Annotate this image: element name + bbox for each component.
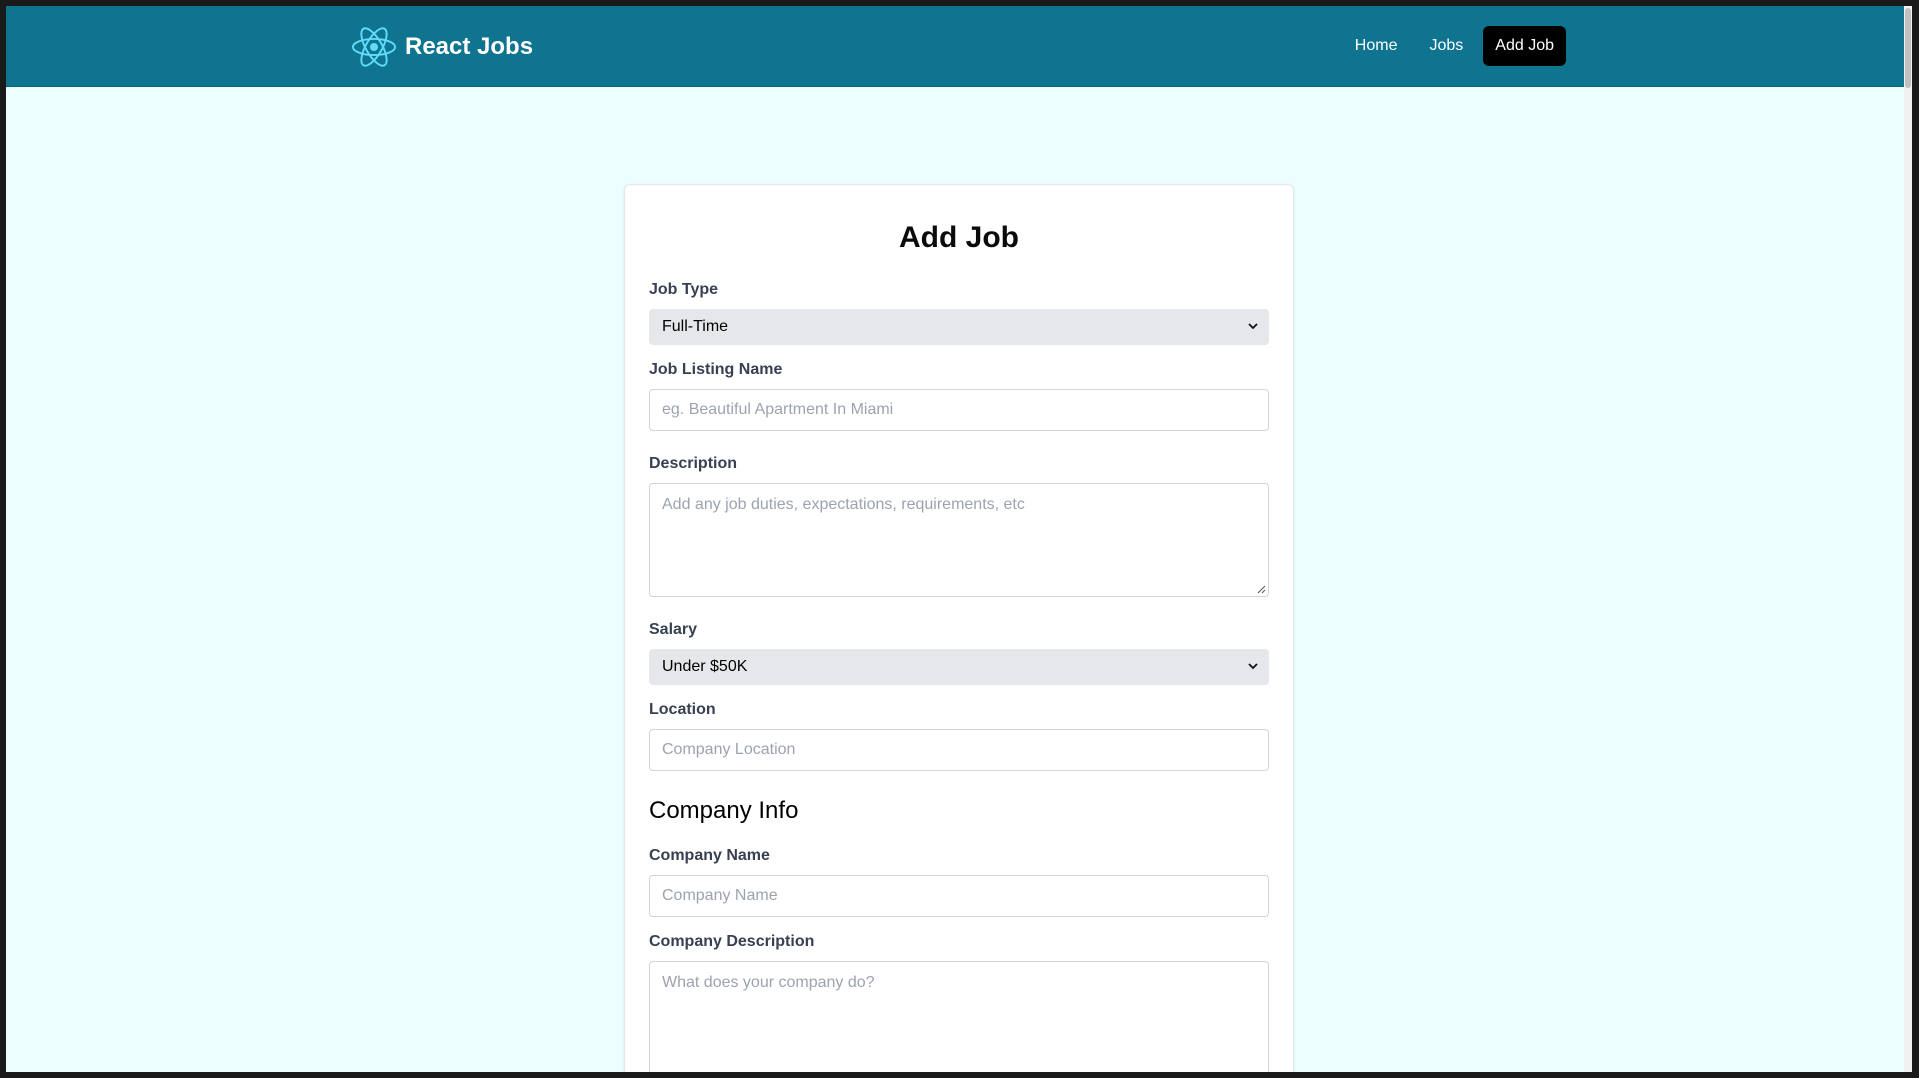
- resize-grip-icon[interactable]: [1256, 584, 1266, 594]
- job-type-select[interactable]: Full-Time: [649, 309, 1269, 345]
- browser-viewport: React Jobs Home Jobs Add Job Add Job Job…: [6, 6, 1912, 1072]
- brand-name: React Jobs: [405, 33, 534, 60]
- job-type-field: Job Type Full-Time: [649, 281, 1269, 345]
- company-name-input[interactable]: Company Name: [649, 875, 1269, 917]
- salary-select[interactable]: Under $50K: [649, 649, 1269, 685]
- description-label: Description: [649, 455, 738, 472]
- job-listing-name-field: Job Listing Name eg. Beautiful Apartment…: [649, 361, 1269, 431]
- description-field: Description Add any job duties, expectat…: [649, 455, 1269, 597]
- react-logo-icon: [351, 27, 397, 67]
- location-input[interactable]: Company Location: [649, 729, 1269, 771]
- page-title: Add Job: [899, 221, 1019, 254]
- company-description-field: Company Description What does your compa…: [649, 933, 1269, 1072]
- location-field: Location Company Location: [649, 701, 1269, 771]
- company-name-field: Company Name Company Name: [649, 847, 1269, 917]
- job-listing-name-label: Job Listing Name: [649, 361, 783, 378]
- nav-link-add-job[interactable]: Add Job: [1483, 26, 1566, 66]
- chevron-down-icon: [1248, 323, 1258, 330]
- add-job-form-card: Add Job Job Type Full-Time Job Listing N…: [624, 184, 1294, 1072]
- company-name-label: Company Name: [649, 847, 770, 864]
- salary-value: Under $50K: [662, 658, 748, 675]
- chevron-down-icon: [1248, 663, 1258, 670]
- nav-link-home[interactable]: Home: [1343, 26, 1410, 66]
- company-description-placeholder: What does your company do?: [662, 974, 875, 991]
- description-textarea[interactable]: Add any job duties, expectations, requir…: [649, 483, 1269, 597]
- salary-field: Salary Under $50K: [649, 621, 1269, 685]
- page-scrollbar[interactable]: [1904, 6, 1912, 1072]
- company-description-textarea[interactable]: What does your company do?: [649, 961, 1269, 1072]
- scrollbar-thumb[interactable]: [1905, 8, 1911, 88]
- description-placeholder: Add any job duties, expectations, requir…: [662, 496, 1025, 513]
- job-type-value: Full-Time: [662, 318, 729, 335]
- nav-link-jobs[interactable]: Jobs: [1417, 26, 1475, 66]
- navbar: React Jobs Home Jobs Add Job: [6, 6, 1912, 87]
- salary-label: Salary: [649, 621, 698, 638]
- brand-link[interactable]: React Jobs: [351, 24, 533, 70]
- company-description-label: Company Description: [649, 933, 815, 950]
- job-listing-name-input[interactable]: eg. Beautiful Apartment In Miami: [649, 389, 1269, 431]
- job-type-label: Job Type: [649, 281, 719, 298]
- location-label: Location: [649, 701, 716, 718]
- company-info-heading: Company Info: [649, 797, 799, 824]
- nav-links: Home Jobs Add Job: [1343, 26, 1566, 66]
